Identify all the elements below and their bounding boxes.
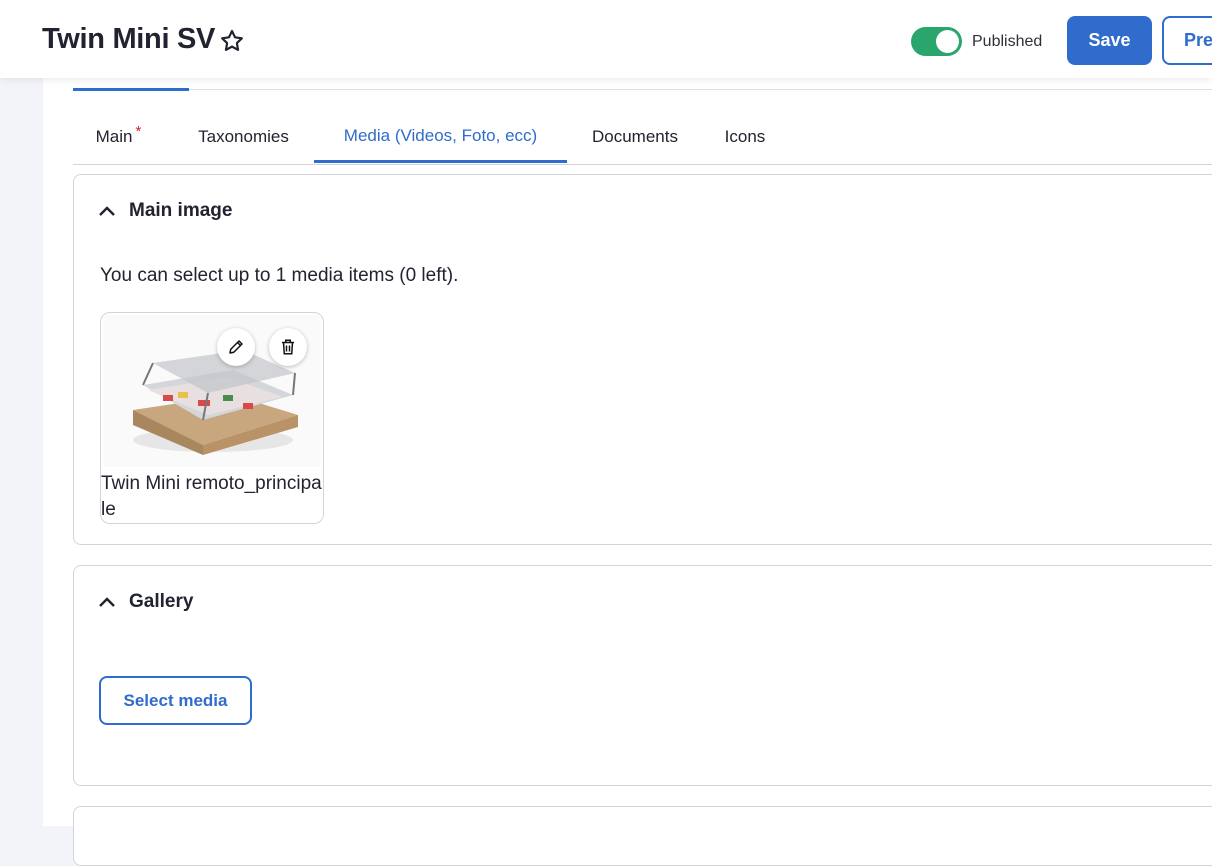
page-header: Twin Mini SV Published Save Pre [0,0,1212,78]
tab-taxonomies[interactable]: Taxonomies [174,111,313,163]
divider [73,89,1212,90]
published-toggle[interactable] [911,27,962,56]
trash-icon [282,339,294,355]
toggle-knob [936,30,959,53]
star-icon[interactable] [219,28,245,54]
main-image-section: Main image You can select up to 1 media … [73,174,1212,545]
media-filename: Twin Mini remoto_principale [101,473,322,520]
tab-documents[interactable]: Documents [568,111,702,163]
required-indicator: * [135,122,142,140]
section-title-gallery[interactable]: Gallery [129,591,193,613]
tab-main-label: Main [95,127,133,146]
remove-media-button[interactable] [269,328,307,366]
save-button[interactable]: Save [1067,16,1152,65]
tab-main[interactable]: Main * [73,111,164,163]
tab-icons[interactable]: Icons [709,111,781,163]
select-media-button[interactable]: Select media [99,676,252,725]
section-title-main-image[interactable]: Main image [129,200,232,222]
media-limit-help-text: You can select up to 1 media items (0 le… [100,265,459,286]
edit-media-button[interactable] [217,328,255,366]
tab-media[interactable]: Media (Videos, Foto, ecc) [314,111,567,163]
pencil-icon [229,340,243,354]
next-section [73,806,1212,866]
content-panel: Main * Taxonomies Media (Videos, Foto, ec… [43,78,1212,866]
page-title: Twin Mini SV [42,23,216,55]
tab-bar: Main * Taxonomies Media (Videos, Foto, ec… [73,111,1212,165]
preview-button[interactable]: Pre [1162,16,1212,65]
chevron-up-icon[interactable] [98,596,116,608]
media-item: Twin Mini remoto_principale [100,312,324,524]
published-label: Published [972,33,1043,50]
active-indicator [73,88,189,91]
gallery-section: Gallery Select media [73,565,1212,786]
chevron-up-icon[interactable] [98,205,116,217]
